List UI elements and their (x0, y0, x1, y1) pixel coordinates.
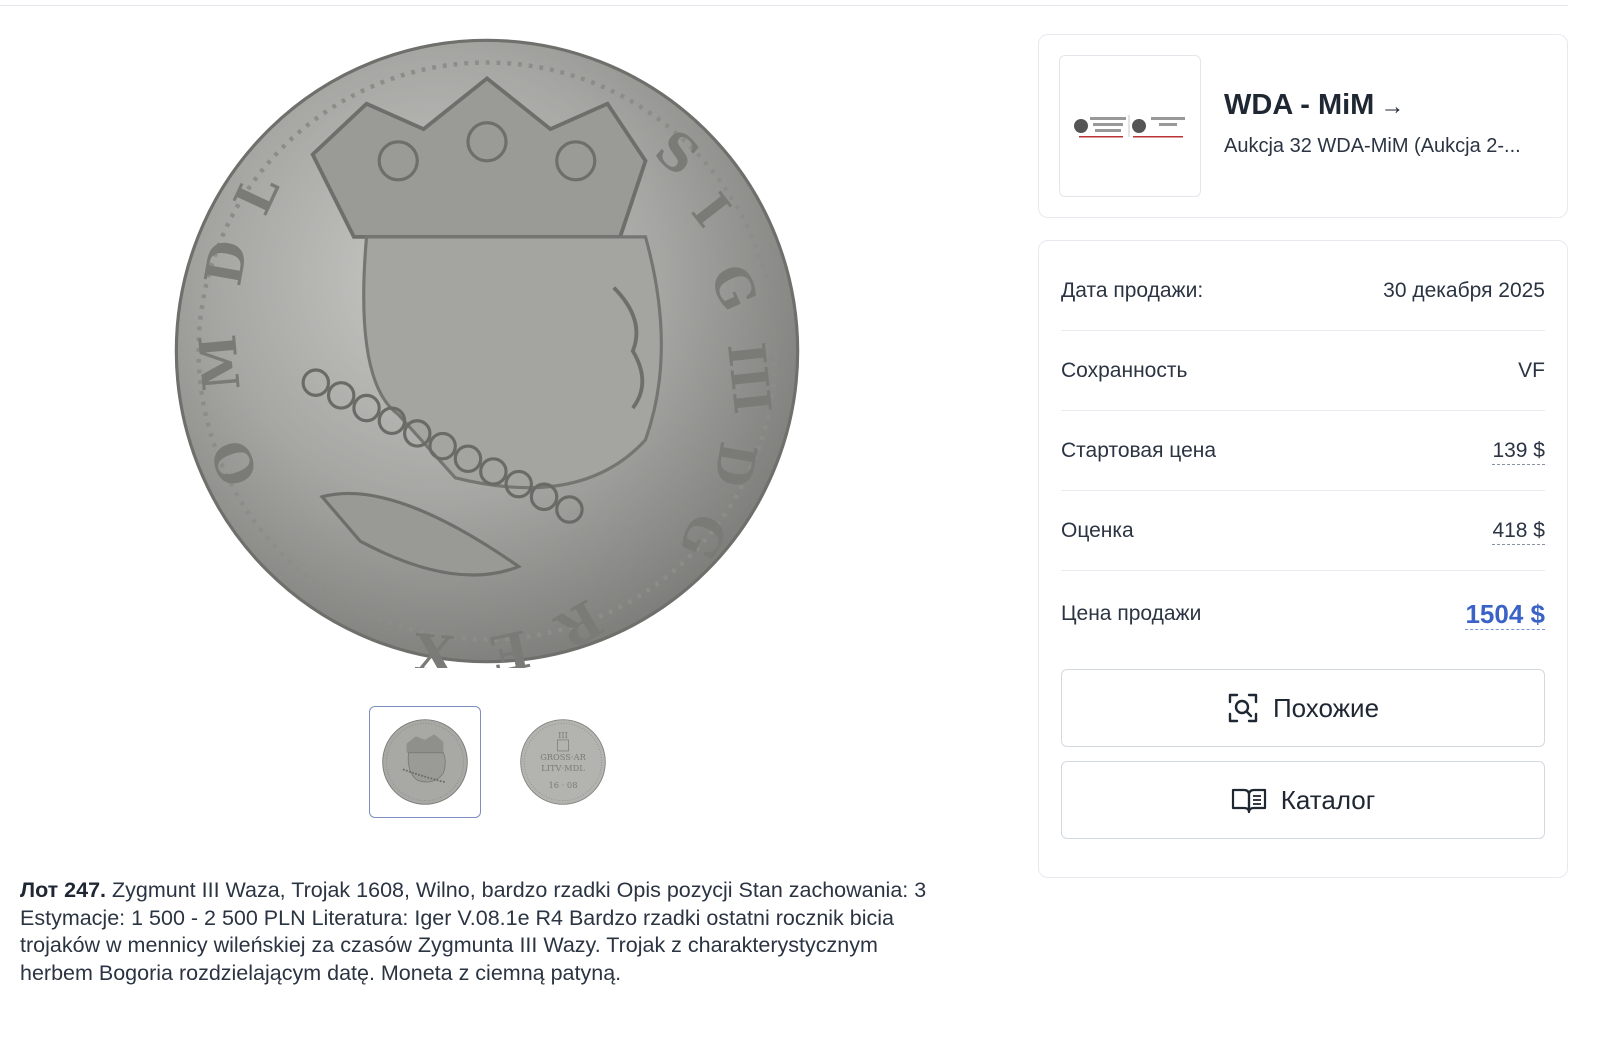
condition-value: VF (1518, 359, 1545, 382)
lot-number: Лот 247. (20, 878, 107, 902)
seller-link[interactable]: WDA - MiM → (1224, 89, 1404, 122)
detail-row-sale-date: Дата продажи: 30 декабря 2025 (1061, 251, 1545, 331)
start-price-label: Стартовая цена (1061, 439, 1217, 462)
seller-logo[interactable] (1059, 55, 1201, 197)
sale-date-label: Дата продажи: (1061, 279, 1204, 302)
start-price-amount[interactable]: 139 $ (1492, 439, 1545, 465)
thumbnail-obverse[interactable] (369, 706, 481, 818)
estimate-value[interactable]: 418 $ (1492, 491, 1545, 571)
svg-text:M: M (187, 332, 252, 393)
lot-page: S I G III D G R E X O M D L III GROSS·AR… (0, 0, 1600, 1059)
sale-price-label: Цена продажи (1061, 602, 1202, 625)
catalog-button[interactable]: Каталог (1061, 761, 1545, 839)
main-coin-image[interactable]: S I G III D G R E X O M D L (170, 34, 804, 668)
open-book-icon (1231, 788, 1266, 814)
svg-text:GROSS·AR: GROSS·AR (540, 752, 586, 762)
sale-price-amount[interactable]: 1504 $ (1465, 599, 1545, 630)
search-scan-icon (1228, 693, 1258, 723)
thumbnail-strip: III GROSS·AR LITV·MDL 16 · 08 (369, 706, 619, 820)
start-price-value[interactable]: 139 $ (1492, 411, 1545, 491)
sale-date-value: 30 декабря 2025 (1383, 279, 1545, 302)
svg-text:III: III (716, 340, 783, 417)
similar-button[interactable]: Похожие (1061, 669, 1545, 747)
lot-description-text: Zygmunt III Waza, Trojak 1608, Wilno, ba… (20, 878, 927, 985)
lot-description: Лот 247. Zygmunt III Waza, Trojak 1608, … (20, 877, 950, 987)
auction-name[interactable]: Aukcja 32 WDA-MiM (Aukcja 2-... (1224, 135, 1544, 158)
seller-name: WDA - MiM (1224, 89, 1375, 121)
svg-text:LITV·MDL: LITV·MDL (541, 763, 585, 773)
seller-card: WDA - MiM → Aukcja 32 WDA-MiM (Aukcja 2-.… (1038, 34, 1568, 218)
detail-row-condition: Сохранность VF (1061, 331, 1545, 411)
condition-label: Сохранность (1061, 359, 1188, 382)
detail-row-sale-price: Цена продажи 1504 $ (1061, 571, 1545, 657)
arrow-right-icon: → (1380, 93, 1405, 120)
estimate-label: Оценка (1061, 519, 1134, 542)
estimate-amount[interactable]: 418 $ (1492, 519, 1545, 545)
thumbnail-reverse[interactable]: III GROSS·AR LITV·MDL 16 · 08 (507, 706, 619, 818)
sale-price-value[interactable]: 1504 $ (1465, 571, 1545, 660)
detail-row-start-price: Стартовая цена 139 $ (1061, 411, 1545, 491)
svg-text:16 · 08: 16 · 08 (549, 780, 578, 790)
sale-details-card: Дата продажи: 30 декабря 2025 Сохранност… (1038, 240, 1568, 878)
top-divider (0, 0, 1568, 6)
similar-button-label: Похожие (1272, 692, 1380, 723)
detail-row-estimate: Оценка 418 $ (1061, 491, 1545, 571)
catalog-button-label: Каталог (1280, 784, 1376, 815)
svg-text:X: X (411, 621, 456, 668)
svg-text:III: III (558, 730, 568, 740)
